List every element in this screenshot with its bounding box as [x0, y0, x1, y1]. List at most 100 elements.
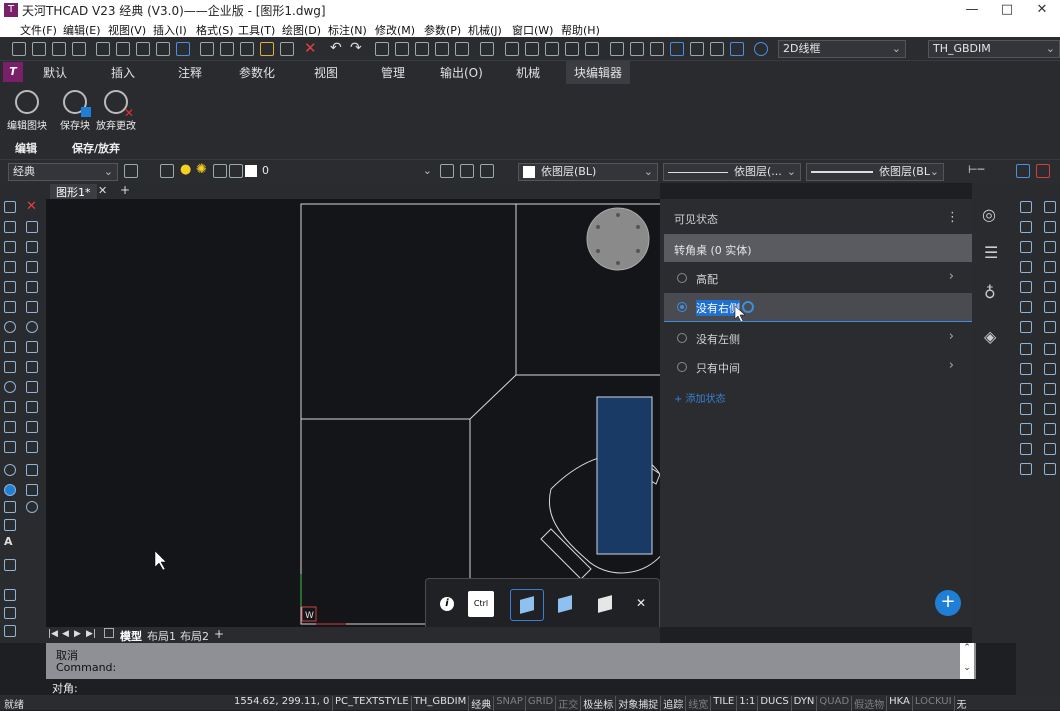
shaft-icon[interactable] — [1020, 463, 1032, 475]
join-icon[interactable] — [26, 441, 38, 453]
menu-tools[interactable]: 工具(T) — [238, 22, 275, 38]
chevron-right-icon[interactable]: › — [949, 329, 954, 344]
status-toggle[interactable]: TH_GBDIM — [410, 696, 469, 711]
state-item[interactable]: 高配 › — [664, 264, 972, 292]
bracket-icon[interactable] — [1020, 343, 1032, 355]
status-toggle[interactable]: 假选物 — [851, 696, 886, 711]
close-floatbar-icon[interactable]: ✕ — [636, 596, 646, 610]
move-icon[interactable] — [26, 301, 38, 313]
tab-nav-prev-icon[interactable]: ◀ — [62, 629, 69, 639]
eye-hide-icon[interactable]: ◎ — [982, 205, 996, 224]
maximize-button[interactable]: □ — [990, 0, 1024, 20]
status-toggle[interactable]: QUAD — [816, 696, 851, 711]
linetype-select[interactable]: 依图层(... ⌄ — [663, 163, 801, 181]
publish-icon[interactable] — [156, 42, 170, 56]
menu-format[interactable]: 格式(S) — [196, 22, 234, 38]
save-block-button[interactable]: 保存块 — [56, 90, 94, 132]
menu-edit[interactable]: 编辑(E) — [63, 22, 101, 38]
ordinate-icon[interactable] — [1044, 281, 1056, 293]
tab-view[interactable]: 视图 — [314, 64, 338, 81]
edit-block-button[interactable]: 编辑图块 — [6, 90, 48, 132]
menu-dimension[interactable]: 标注(N) — [328, 22, 367, 38]
tab-nav-next-icon[interactable]: ▶ — [74, 629, 81, 639]
status-toggle[interactable]: TILE — [710, 696, 736, 711]
layer-off-icon[interactable] — [4, 607, 16, 619]
lightbulb-icon[interactable]: ● — [180, 162, 191, 177]
line-tool-icon[interactable]: ⊢─ — [968, 163, 984, 176]
cube-icon[interactable] — [480, 42, 494, 56]
menu-mechanical[interactable]: 机械(J) — [468, 22, 502, 38]
region-icon[interactable] — [4, 501, 16, 513]
close-tab-icon[interactable]: ✕ — [98, 184, 107, 197]
surface-icon[interactable] — [1020, 363, 1032, 375]
scale-icon[interactable] — [26, 341, 38, 353]
info-icon[interactable]: i — [440, 597, 454, 611]
leader-icon[interactable] — [1044, 201, 1056, 213]
zoom-previous-icon[interactable] — [565, 42, 579, 56]
mirror-icon[interactable] — [26, 241, 38, 253]
lineweight-select[interactable]: 依图层(BL ⌄ — [806, 163, 944, 181]
design-center-icon[interactable] — [630, 42, 644, 56]
new-tab-button[interactable]: + — [120, 183, 130, 197]
chevron-right-icon[interactable]: › — [949, 358, 954, 373]
delete-icon[interactable]: ✕ — [304, 39, 317, 57]
bearing-icon[interactable] — [1020, 443, 1032, 455]
status-toggle[interactable]: 经典 — [468, 696, 493, 711]
bom-icon[interactable] — [1044, 403, 1056, 415]
status-toggle[interactable]: PC_TEXTSTYLE — [332, 696, 411, 711]
undo-icon[interactable]: ↶ — [330, 40, 342, 56]
menu-file[interactable]: 文件(F) — [20, 22, 57, 38]
status-toggle[interactable]: 追踪 — [660, 696, 685, 711]
tolerance-icon[interactable] — [1044, 261, 1056, 273]
dim-baseline-icon[interactable] — [1044, 221, 1056, 233]
erase-icon[interactable]: ✕ — [26, 199, 37, 214]
add-state-fab[interactable]: + — [935, 590, 961, 616]
dim-radius-icon[interactable] — [1044, 241, 1056, 253]
arc-icon[interactable] — [4, 301, 16, 313]
status-toggle[interactable]: 线宽 — [685, 696, 710, 711]
dim-diameter-icon[interactable] — [1020, 261, 1032, 273]
layers-icon[interactable]: ◈ — [984, 327, 996, 346]
new-file-icon[interactable] — [12, 42, 26, 56]
menu-view[interactable]: 视图(V) — [108, 22, 146, 38]
help-icon[interactable] — [754, 42, 768, 56]
command-scrollbar[interactable]: ⌃ ⌄ — [960, 643, 974, 679]
tab-layout2[interactable]: 布局2 — [180, 628, 209, 644]
tab-nav-last-icon[interactable]: ▶| — [86, 629, 96, 639]
layer-match-icon[interactable] — [480, 164, 494, 178]
status-toggle[interactable]: 无 — [953, 696, 969, 711]
lock-icon[interactable] — [213, 164, 227, 178]
state-radio[interactable] — [677, 362, 687, 372]
upload-icon[interactable] — [730, 42, 744, 56]
print-preview-icon[interactable] — [116, 42, 130, 56]
tab-mechanical[interactable]: 机械 — [516, 64, 540, 81]
dim-angular-icon[interactable] — [1020, 241, 1032, 253]
status-toggle[interactable]: DUCS — [757, 696, 790, 711]
status-toggle[interactable]: GRID — [524, 696, 555, 711]
extend-icon[interactable] — [26, 401, 38, 413]
dim-aligned-icon[interactable] — [1036, 164, 1050, 178]
3d-icon[interactable] — [176, 42, 190, 56]
status-toggle[interactable]: 正交 — [555, 696, 580, 711]
table-icon[interactable] — [4, 519, 16, 531]
text-style-icon[interactable] — [1020, 321, 1032, 333]
pick-icon[interactable] — [4, 559, 16, 571]
block-icon[interactable] — [280, 42, 294, 56]
layout-list-icon[interactable] — [104, 628, 114, 638]
calculator-icon[interactable] — [710, 42, 724, 56]
zoom-window-icon[interactable] — [545, 42, 559, 56]
ctrl-key-button[interactable]: Ctrl — [468, 591, 494, 617]
menu-modify[interactable]: 修改(M) — [375, 22, 415, 38]
state-item-selected[interactable]: 没有右侧 — [664, 293, 972, 323]
state-radio[interactable] — [677, 273, 687, 283]
dim-continue-icon[interactable] — [1020, 221, 1032, 233]
workspace-select[interactable]: 经典 ⌄ — [8, 163, 118, 181]
datum-icon[interactable] — [1044, 363, 1056, 375]
tab-layout1[interactable]: 布局1 — [147, 628, 176, 644]
revcloud-icon[interactable] — [4, 341, 16, 353]
tab-parametric[interactable]: 参数化 — [239, 64, 275, 81]
menu-insert[interactable]: 插入(I) — [153, 22, 187, 38]
polygon-icon[interactable] — [4, 261, 16, 273]
trim-icon[interactable] — [435, 42, 449, 56]
dim-tool-icon[interactable] — [1020, 201, 1032, 213]
